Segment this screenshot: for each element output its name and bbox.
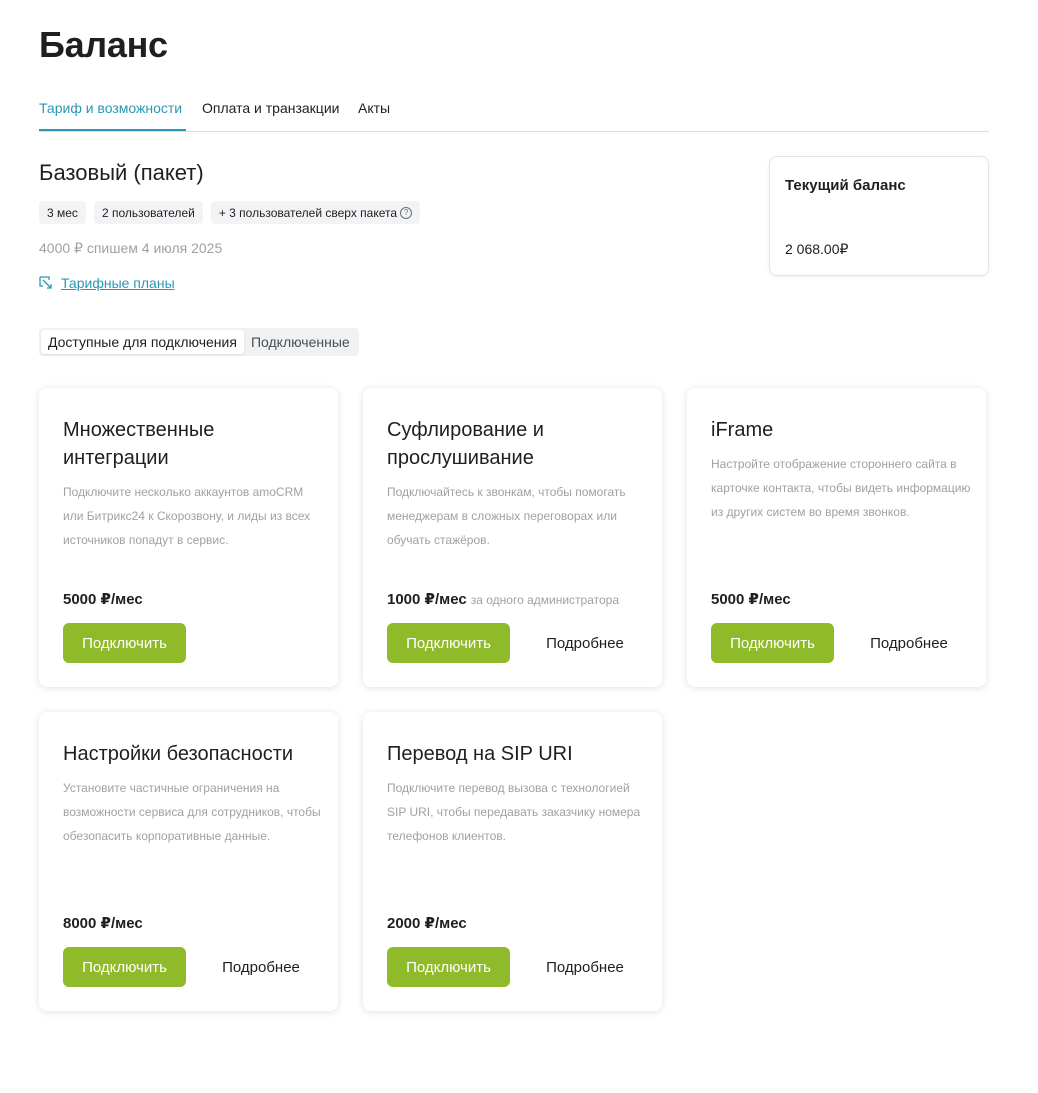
feature-card: Перевод на SIP URI Подключите перевод вы…: [363, 712, 662, 1011]
feature-card-price-value: 5000 ₽/мес: [711, 591, 791, 608]
feature-card-price-note: за одного администратора: [470, 593, 619, 607]
tab-payments[interactable]: Оплата и транзакции: [202, 100, 339, 116]
feature-card-price: 8000 ₽/мес: [63, 914, 143, 932]
connect-button[interactable]: Подключить: [63, 623, 186, 663]
balance-card: Текущий баланс 2 068.00₽: [769, 156, 989, 276]
tab-acts[interactable]: Акты: [358, 100, 390, 116]
feature-filter: Доступные для подключения Подключенные: [39, 328, 359, 356]
feature-card-price-value: 1000 ₽/мес: [387, 591, 467, 608]
feature-card-title: Перевод на SIP URI: [387, 743, 573, 765]
chip-period: 3 мес: [39, 201, 86, 224]
active-tab-indicator: [39, 129, 186, 131]
details-button[interactable]: Подробнее: [211, 947, 311, 987]
plan-chips: 3 мес 2 пользователей + 3 пользователей …: [39, 201, 421, 224]
feature-card-price: 5000 ₽/мес: [711, 590, 791, 608]
feature-card: Суфлирование и прослушивание Подключайте…: [363, 388, 662, 687]
feature-card-price-value: 8000 ₽/мес: [63, 915, 143, 932]
balance-value: 2 068.00₽: [785, 241, 849, 257]
connect-button[interactable]: Подключить: [63, 947, 186, 987]
feature-card-description: Подключите несколько аккаунтов amoCRM ил…: [63, 485, 311, 547]
feature-card-price-value: 5000 ₽/мес: [63, 591, 143, 608]
feature-card-price-value: 2000 ₽/мес: [387, 915, 467, 932]
chip-extra-users: + 3 пользователей сверх пакета ?: [210, 201, 421, 224]
balance-title: Текущий баланс: [785, 177, 906, 194]
tariff-plans-link-label: Тарифные планы: [61, 275, 175, 291]
feature-card-title: iFrame: [711, 419, 774, 441]
feature-card: iFrame Настройте отображение стороннего …: [687, 388, 986, 687]
charge-note: 4000 ₽ спишем 4 июля 2025: [39, 240, 223, 256]
chip-users: 2 пользователей: [93, 201, 203, 224]
tab-tariff[interactable]: Тариф и возможности: [39, 100, 182, 116]
details-button[interactable]: Подробнее: [535, 623, 635, 663]
feature-card-title: Множественные интеграции: [63, 419, 215, 469]
external-link-icon: [39, 276, 52, 289]
tabs-bar: Тариф и возможности Оплата и транзакции …: [39, 92, 989, 132]
feature-card-description: Подключайтесь к звонкам, чтобы помогать …: [387, 485, 626, 547]
feature-card-price: 5000 ₽/мес: [63, 590, 143, 608]
feature-card-price: 1000 ₽/мес за одного администратора: [387, 590, 619, 608]
details-button[interactable]: Подробнее: [535, 947, 635, 987]
feature-card-description: Подключите перевод вызова с технологией …: [387, 781, 641, 843]
plan-title: Базовый (пакет): [39, 160, 204, 185]
feature-card: Множественные интеграции Подключите неск…: [39, 388, 338, 687]
connect-button[interactable]: Подключить: [711, 623, 834, 663]
feature-card-price: 2000 ₽/мес: [387, 914, 467, 932]
page-title: Баланс: [39, 24, 168, 65]
segment-available[interactable]: Доступные для подключения: [41, 330, 244, 354]
feature-card-description: Настройте отображение стороннего сайта в…: [711, 457, 971, 519]
connect-button[interactable]: Подключить: [387, 623, 510, 663]
feature-card-description: Установите частичные ограничения на возм…: [63, 781, 321, 843]
tariff-plans-link[interactable]: Тарифные планы: [39, 275, 175, 291]
feature-card: Настройки безопасности Установите частич…: [39, 712, 338, 1011]
segment-connected[interactable]: Подключенные: [244, 330, 357, 354]
connect-button[interactable]: Подключить: [387, 947, 510, 987]
feature-card-title: Настройки безопасности: [63, 743, 294, 765]
feature-card-title: Суфлирование и прослушивание: [387, 419, 544, 469]
help-icon[interactable]: ?: [400, 206, 413, 219]
chip-extra-users-label: + 3 пользователей сверх пакета: [218, 205, 398, 220]
details-button[interactable]: Подробнее: [859, 623, 959, 663]
